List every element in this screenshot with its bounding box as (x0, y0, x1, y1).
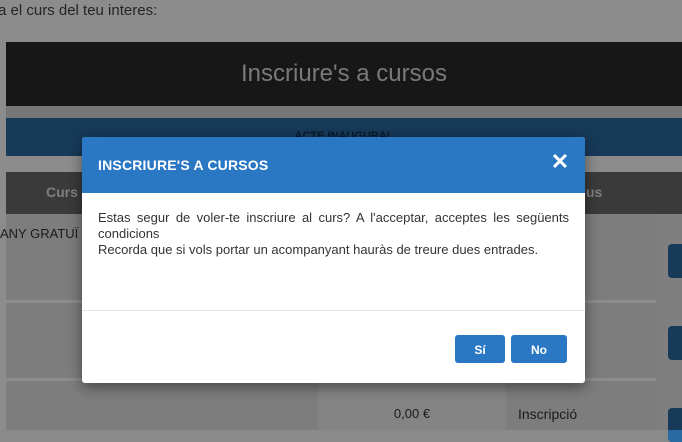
close-icon[interactable]: ✕ (547, 149, 573, 175)
dialog-body: Estas segur de voler-te inscriure al cur… (82, 193, 585, 310)
confirm-no-button[interactable]: No (511, 335, 567, 363)
dialog-message-conditions: Estas segur de voler-te inscriure al cur… (98, 210, 569, 241)
dialog-header: INSCRIURE'S A CURSOS ✕ (82, 137, 585, 193)
dialog-message-companion: Recorda que si vols portar un acompanyan… (98, 242, 539, 257)
enroll-confirm-dialog: INSCRIURE'S A CURSOS ✕ Estas segur de vo… (82, 137, 585, 383)
dialog-footer: Sí No (82, 310, 585, 383)
dialog-title: INSCRIURE'S A CURSOS (98, 157, 269, 173)
confirm-yes-button[interactable]: Sí (455, 335, 505, 363)
